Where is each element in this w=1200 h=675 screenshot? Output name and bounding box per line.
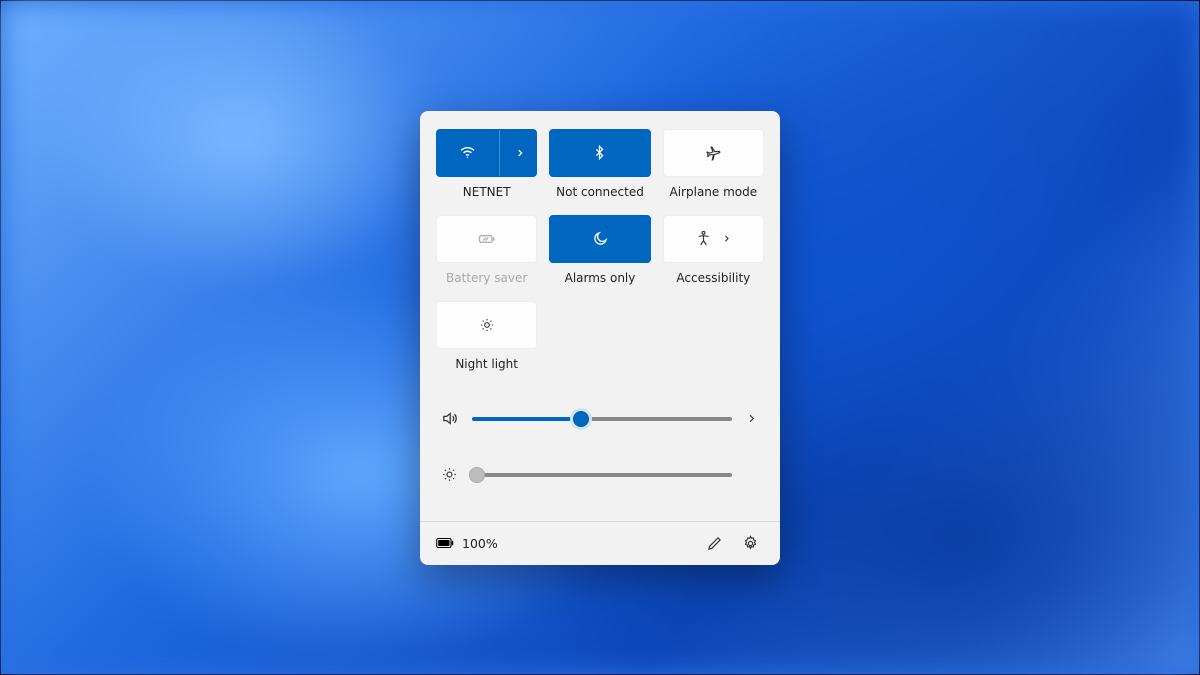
- accessibility-tile[interactable]: [663, 215, 764, 263]
- brightness-icon: [440, 466, 458, 483]
- wifi-icon: [459, 144, 476, 161]
- chevron-right-icon: [515, 148, 525, 158]
- accessibility-icon: [695, 230, 712, 247]
- battery-percentage: 100%: [462, 536, 498, 551]
- moon-icon: [592, 231, 608, 247]
- speaker-icon: [440, 410, 458, 427]
- volume-slider[interactable]: [472, 417, 732, 421]
- brightness-thumb[interactable]: [469, 467, 485, 483]
- focus-assist-tile[interactable]: [549, 215, 650, 263]
- brightness-row: [440, 447, 760, 503]
- battery-saver-icon: [477, 229, 497, 249]
- airplane-tile[interactable]: [663, 129, 764, 177]
- airplane-label: Airplane mode: [670, 185, 758, 199]
- night-light-tile[interactable]: [436, 301, 537, 349]
- chevron-right-icon: [722, 234, 731, 243]
- night-light-label: Night light: [455, 357, 518, 371]
- wifi-tile[interactable]: [436, 129, 537, 177]
- edit-quick-settings-button[interactable]: [700, 529, 728, 557]
- bluetooth-label: Not connected: [556, 185, 644, 199]
- battery-icon: [436, 537, 454, 549]
- quick-settings-panel: NETNET Not connected A: [420, 111, 780, 565]
- volume-row: [440, 391, 760, 447]
- battery-saver-tile: [436, 215, 537, 263]
- gear-icon: [742, 535, 759, 552]
- volume-thumb[interactable]: [573, 411, 589, 427]
- sun-icon: [479, 317, 495, 333]
- bluetooth-icon: [592, 145, 607, 160]
- quick-settings-tiles: NETNET Not connected A: [420, 111, 780, 385]
- airplane-icon: [705, 144, 722, 161]
- quick-settings-footer: 100%: [420, 521, 780, 565]
- bluetooth-tile[interactable]: [549, 129, 650, 177]
- pencil-icon: [706, 535, 723, 552]
- brightness-slider[interactable]: [472, 473, 732, 477]
- wifi-expand[interactable]: [499, 130, 537, 176]
- volume-expand[interactable]: [746, 413, 760, 424]
- accessibility-label: Accessibility: [676, 271, 750, 285]
- wifi-toggle[interactable]: [437, 130, 499, 176]
- battery-saver-label: Battery saver: [446, 271, 527, 285]
- wifi-label: NETNET: [463, 185, 511, 199]
- sliders-section: [420, 385, 780, 521]
- focus-assist-label: Alarms only: [565, 271, 636, 285]
- settings-button[interactable]: [736, 529, 764, 557]
